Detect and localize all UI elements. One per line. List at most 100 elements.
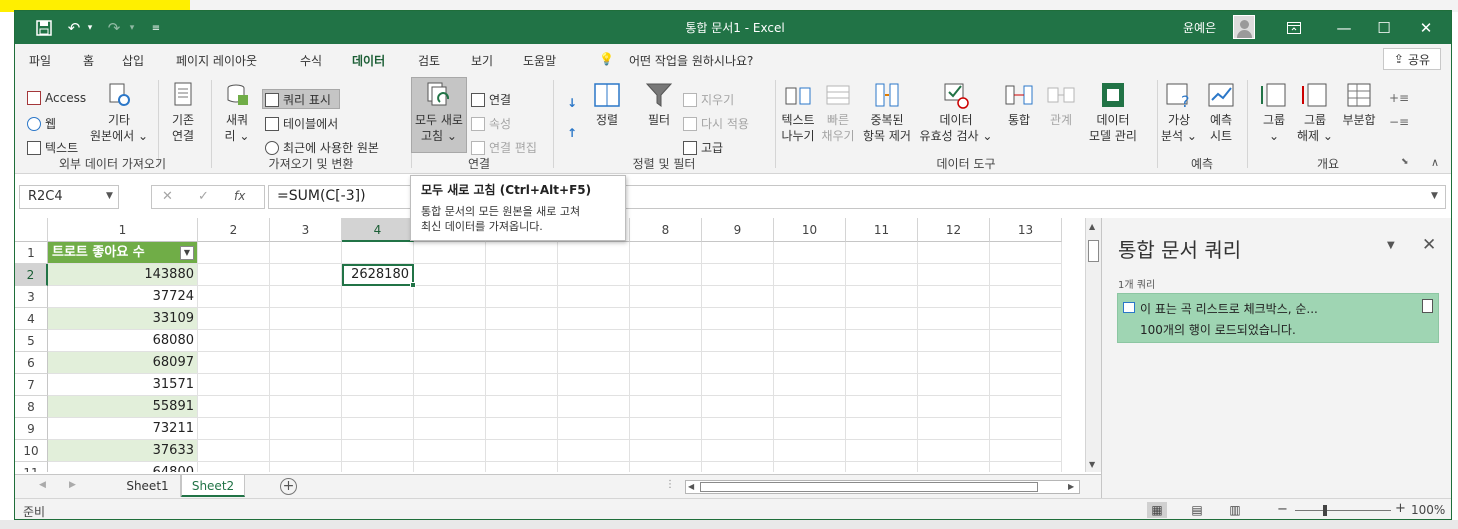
sort-ascending-button[interactable]: ↓	[567, 96, 577, 110]
cell[interactable]	[270, 264, 342, 286]
name-box-dropdown-icon[interactable]: ▼	[106, 191, 113, 201]
vertical-scrollbar[interactable]: ▲ ▼	[1085, 218, 1101, 472]
cell[interactable]	[918, 440, 990, 462]
cell[interactable]	[846, 242, 918, 264]
cell[interactable]	[414, 352, 486, 374]
insert-function-icon[interactable]: fx	[234, 189, 245, 203]
table-cell[interactable]: 68097	[48, 352, 198, 374]
cell[interactable]	[630, 396, 702, 418]
cell[interactable]	[270, 330, 342, 352]
cell[interactable]	[270, 352, 342, 374]
show-detail-icon[interactable]: +≡	[1389, 91, 1409, 105]
table-header-cell[interactable]: 트로트 좋아요 수	[48, 242, 198, 264]
column-header[interactable]: 12	[918, 218, 990, 242]
sort-descending-button[interactable]: ↑	[567, 126, 577, 140]
refresh-all-button[interactable]: 모두 새로 고침 ⌄	[411, 80, 467, 144]
cell[interactable]	[414, 440, 486, 462]
sort-button[interactable]: 정렬	[589, 80, 625, 128]
cell[interactable]	[270, 462, 342, 472]
cell[interactable]	[486, 286, 558, 308]
cell[interactable]	[486, 352, 558, 374]
cell[interactable]	[990, 352, 1062, 374]
pane-close-icon[interactable]: ✕	[1422, 235, 1436, 255]
forecast-sheet-button[interactable]: 예측 시트	[1201, 80, 1241, 144]
tab-insert[interactable]: 삽입	[122, 52, 144, 69]
new-query-button[interactable]: 새쿼 리 ⌄	[217, 80, 257, 144]
cell[interactable]	[846, 308, 918, 330]
cell[interactable]	[630, 374, 702, 396]
cell[interactable]	[846, 352, 918, 374]
cell[interactable]	[342, 308, 414, 330]
add-sheet-icon[interactable]: +	[280, 478, 297, 495]
cell[interactable]	[774, 286, 846, 308]
cell[interactable]	[558, 352, 630, 374]
cell[interactable]	[990, 330, 1062, 352]
data-validation-button[interactable]: 데이터 유효성 검사 ⌄	[917, 80, 995, 144]
cell[interactable]	[198, 396, 270, 418]
table-cell[interactable]: 37724	[48, 286, 198, 308]
remove-duplicates-button[interactable]: 중복된 항목 제거	[859, 80, 915, 144]
cell[interactable]	[774, 440, 846, 462]
edit-links-button[interactable]: 연결 편집	[471, 139, 537, 156]
tab-review[interactable]: 검토	[418, 52, 440, 69]
cell[interactable]	[342, 462, 414, 472]
cell[interactable]	[846, 396, 918, 418]
text-file-button[interactable]: 텍스트	[27, 139, 78, 156]
show-query-button[interactable]: 쿼리 표시	[265, 91, 331, 108]
cell[interactable]	[702, 330, 774, 352]
cell[interactable]	[486, 440, 558, 462]
cell[interactable]	[198, 330, 270, 352]
horizontal-scrollbar[interactable]: ◀ ▶	[685, 480, 1080, 494]
cell[interactable]	[270, 418, 342, 440]
cell[interactable]	[558, 308, 630, 330]
cell[interactable]	[558, 396, 630, 418]
table-cell[interactable]: 73211	[48, 418, 198, 440]
cell[interactable]	[990, 374, 1062, 396]
cell[interactable]	[414, 308, 486, 330]
access-button[interactable]: Access	[27, 91, 86, 105]
cell[interactable]	[486, 308, 558, 330]
query-refresh-icon[interactable]	[1422, 299, 1433, 313]
cell[interactable]	[270, 374, 342, 396]
cell[interactable]	[342, 330, 414, 352]
cell[interactable]	[198, 264, 270, 286]
cell[interactable]	[630, 242, 702, 264]
cell[interactable]	[558, 286, 630, 308]
column-header[interactable]: 11	[846, 218, 918, 242]
cell[interactable]	[270, 308, 342, 330]
cell[interactable]	[918, 396, 990, 418]
cell[interactable]	[486, 462, 558, 472]
cell[interactable]	[414, 462, 486, 472]
cell[interactable]	[558, 264, 630, 286]
scroll-down-icon[interactable]: ▼	[1089, 460, 1095, 469]
cell[interactable]	[198, 462, 270, 472]
save-icon[interactable]	[33, 17, 55, 39]
cell[interactable]	[558, 374, 630, 396]
cell[interactable]	[702, 462, 774, 472]
page-layout-view-icon[interactable]: ▤	[1187, 502, 1207, 518]
cell[interactable]	[414, 374, 486, 396]
user-name[interactable]: 윤예은	[1183, 19, 1216, 36]
cell[interactable]	[774, 418, 846, 440]
row-header[interactable]: 8	[15, 396, 48, 418]
pane-options-icon[interactable]: ▼	[1387, 240, 1395, 251]
cell[interactable]	[198, 374, 270, 396]
cell[interactable]	[198, 242, 270, 264]
cell[interactable]	[774, 396, 846, 418]
avatar[interactable]	[1233, 15, 1255, 39]
cell[interactable]	[990, 286, 1062, 308]
cell[interactable]	[702, 242, 774, 264]
row-header[interactable]: 11	[15, 462, 48, 472]
relationships-button[interactable]: 관계	[1041, 80, 1081, 128]
cell[interactable]	[270, 286, 342, 308]
cell[interactable]	[414, 418, 486, 440]
cell[interactable]	[486, 396, 558, 418]
cell[interactable]	[414, 396, 486, 418]
tab-page-layout[interactable]: 페이지 레이아웃	[176, 52, 257, 69]
cell[interactable]	[630, 440, 702, 462]
cell[interactable]	[342, 242, 414, 264]
cell[interactable]	[702, 352, 774, 374]
page-break-view-icon[interactable]: ▥	[1225, 502, 1245, 518]
cell[interactable]	[630, 418, 702, 440]
cell[interactable]	[918, 418, 990, 440]
